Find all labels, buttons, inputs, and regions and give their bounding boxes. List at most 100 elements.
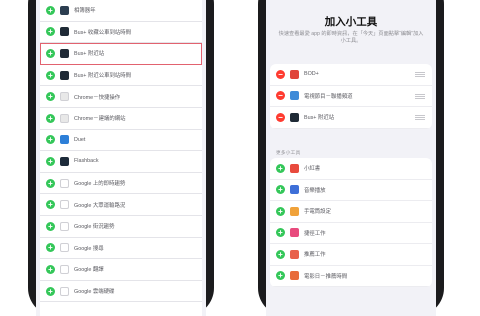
widget-label: Bus+ 附近站 <box>304 115 335 122</box>
widget-row[interactable]: + Bus+ 附近公車到站時間 <box>40 65 202 87</box>
widget-row[interactable]: + Chrome－快捷操作 <box>40 86 202 108</box>
widget-label: 小紅書 <box>304 166 321 173</box>
add-widget-icon[interactable]: + <box>46 200 55 210</box>
available-widgets-list: + 相簿器年 + Bus+ 收藏公車到站時間 + Bus+ 附近站 + Bus+ 附近公車到站… <box>40 0 202 316</box>
remove-widget-icon[interactable]: − <box>276 69 285 79</box>
more-widget-row[interactable]: + 捷徑工作 <box>270 223 432 244</box>
widget-row[interactable]: + Google 街況趨勢 <box>40 216 202 238</box>
widget-row[interactable]: + 相簿器年 <box>40 0 202 22</box>
widget-label: 電視節目－聯播頻道 <box>304 93 353 100</box>
bus-plus-icon <box>60 48 69 58</box>
more-widget-row[interactable]: + 音樂播放 <box>270 180 432 201</box>
google-maps-icon <box>60 221 69 231</box>
remove-widget-icon[interactable]: − <box>276 112 285 122</box>
add-widget-icon[interactable]: + <box>46 178 55 188</box>
add-widget-icon[interactable]: + <box>276 185 285 195</box>
add-widget-icon[interactable]: + <box>46 113 55 123</box>
widget-row[interactable]: + Google 翻譯 <box>40 259 202 281</box>
google-icon <box>60 264 69 274</box>
widget-label: Chrome－快捷操作 <box>74 94 121 101</box>
more-widgets-group: + 小紅書 + 音樂播放 + 手電筒設定 + 捷徑工作 + 推薦工作 + 電影日－推薦時間 <box>270 158 432 287</box>
widget-label: Chrome－建議的網站 <box>74 116 126 123</box>
add-widget-icon[interactable]: + <box>46 243 55 253</box>
more-widgets-header: 更多小工具 <box>276 150 301 155</box>
widget-row[interactable]: + Bus+ 附近站 <box>40 43 202 65</box>
active-widget-row[interactable]: − Bus+ 附近站 <box>270 107 432 129</box>
phone-frame-left: + 相簿器年 + Bus+ 收藏公車到站時間 + Bus+ 附近站 + Bus+ 附近公車到站… <box>28 0 214 316</box>
add-widget-icon[interactable]: + <box>46 286 55 296</box>
add-widget-icon[interactable]: + <box>276 271 285 281</box>
chrome-icon <box>60 92 69 102</box>
widget-label: 推薦工作 <box>304 252 326 259</box>
music-icon <box>290 185 299 195</box>
screen-right: 加入小工具 快速查看最愛 app 的即時資訊，在「今天」頁面點擊“編輯”加入小工… <box>266 0 436 316</box>
tv-icon <box>290 91 299 101</box>
remove-widget-icon[interactable]: − <box>276 91 285 101</box>
google-icon <box>60 178 69 188</box>
active-widget-row[interactable]: − 電視節目－聯播頻道 <box>270 86 432 107</box>
app-icon <box>290 69 299 79</box>
widget-label: Google 搜尋 <box>74 245 104 252</box>
active-widget-row[interactable]: − BOD+ <box>270 64 432 86</box>
widget-label: Google 街況趨勢 <box>74 224 115 231</box>
widget-row[interactable]: + Chrome－建議的網站 <box>40 108 202 130</box>
add-widget-icon[interactable]: + <box>46 70 55 80</box>
widget-label: Duet <box>74 136 86 143</box>
add-widget-icon[interactable]: + <box>276 228 285 238</box>
reorder-handle-icon[interactable] <box>415 72 425 77</box>
more-widget-row[interactable]: + 電影日－推薦時間 <box>270 266 432 287</box>
widget-label: Google 雲端硬碟 <box>74 289 115 296</box>
widget-label: Google 上的即時趨勢 <box>74 181 126 188</box>
widget-row[interactable]: + Google 上的即時趨勢 <box>40 173 202 195</box>
widget-row[interactable]: + Google 雲端硬碟 <box>40 281 202 303</box>
google-maps-icon <box>60 200 69 210</box>
add-widget-icon[interactable]: + <box>276 206 285 216</box>
widget-label: 電影日－推薦時間 <box>304 273 348 280</box>
reorder-handle-icon[interactable] <box>415 115 425 120</box>
widget-label: Bus+ 收藏公車到站時間 <box>74 29 132 36</box>
page-description: 快速查看最愛 app 的即時資訊，在「今天」頁面點擊“編輯”加入小工具。 <box>278 31 424 44</box>
add-widget-icon[interactable]: + <box>46 5 55 15</box>
widget-row[interactable]: + Flashback <box>40 151 202 173</box>
widget-label: 音樂播放 <box>304 187 326 194</box>
add-widget-icon[interactable]: + <box>46 221 55 231</box>
add-widget-icon[interactable]: + <box>46 156 55 166</box>
calendar-icon <box>290 271 299 281</box>
google-drive-icon <box>60 286 69 296</box>
flashback-icon <box>60 156 69 166</box>
bus-plus-icon <box>60 27 69 37</box>
more-widget-row[interactable]: + 小紅書 <box>270 158 432 180</box>
widget-row[interactable]: + Google 搜尋 <box>40 238 202 260</box>
widget-label: 捷徑工作 <box>304 230 326 237</box>
widget-label: Google 翻譯 <box>74 267 104 274</box>
widget-label: Google 大眾運輸路況 <box>74 202 126 209</box>
widget-label: 手電筒設定 <box>304 209 331 216</box>
add-widget-icon[interactable]: + <box>46 92 55 102</box>
add-widget-icon[interactable]: + <box>276 163 285 173</box>
screen-left: + 相簿器年 + Bus+ 收藏公車到站時間 + Bus+ 附近站 + Bus+ 附近公車到站… <box>36 0 206 316</box>
app-icon <box>290 163 299 173</box>
page-title: 加入小工具 <box>324 16 378 28</box>
bus-plus-icon <box>60 70 69 80</box>
add-widget-icon[interactable]: + <box>46 135 55 145</box>
more-widget-row[interactable]: + 手電筒設定 <box>270 201 432 223</box>
add-widget-icon[interactable]: + <box>46 27 55 37</box>
widget-label: Bus+ 附近公車到站時間 <box>74 73 132 80</box>
chrome-icon <box>60 113 69 123</box>
add-widget-icon[interactable]: + <box>46 48 55 58</box>
add-widget-icon[interactable]: + <box>46 264 55 274</box>
reorder-handle-icon[interactable] <box>415 93 425 99</box>
shortcuts-icon <box>290 228 299 238</box>
widget-label: BOD+ <box>304 71 319 78</box>
widget-row[interactable]: + Bus+ 收藏公車到站時間 <box>40 22 202 44</box>
widget-row[interactable]: + Google 大眾運輸路況 <box>40 194 202 216</box>
flashlight-icon <box>290 206 299 216</box>
more-widget-row[interactable]: + 推薦工作 <box>270 244 432 266</box>
widget-row[interactable]: + Duet <box>40 130 202 152</box>
duet-icon <box>60 135 69 145</box>
active-widgets-group: − BOD+ − 電視節目－聯播頻道 − Bus+ 附近站 <box>270 64 432 129</box>
album-icon <box>60 5 69 15</box>
widget-label: 相簿器年 <box>74 8 96 15</box>
add-widget-icon[interactable]: + <box>276 249 285 259</box>
shortcuts-icon <box>290 249 299 259</box>
